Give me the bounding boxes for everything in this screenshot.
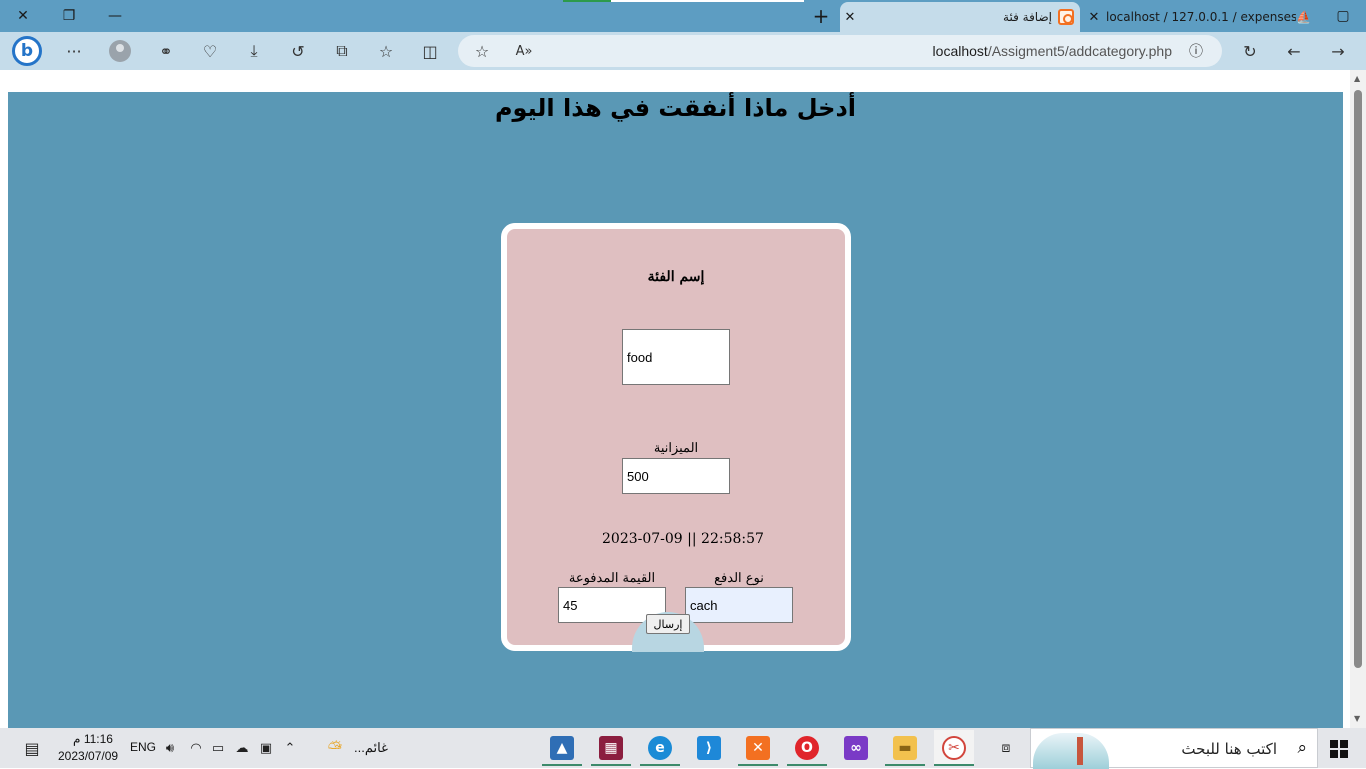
bing-icon[interactable]: b <box>12 36 42 66</box>
weather-text[interactable]: غائم... <box>354 740 388 756</box>
windows-start-icon[interactable] <box>1330 740 1348 758</box>
tab-close-icon[interactable]: ✕ <box>840 10 860 25</box>
vertical-scrollbar[interactable]: ▲ ▼ <box>1350 70 1366 728</box>
payment-type-label: نوع الدفع <box>714 571 764 586</box>
window-restore-icon[interactable]: ❐ <box>46 0 92 32</box>
favorites-icon[interactable]: ☆ <box>374 39 398 63</box>
show-hidden-icons-chevron-icon[interactable]: ⌃ <box>282 740 298 756</box>
new-tab-plus-icon[interactable]: + <box>798 0 844 32</box>
current-datetime: 2023-07-09 || 22:58:57 <box>602 531 764 547</box>
back-arrow-icon[interactable]: ← <box>1282 39 1306 63</box>
scroll-down-icon[interactable]: ▼ <box>1354 714 1360 723</box>
url-host: localhost <box>932 43 988 59</box>
split-screen-icon[interactable]: ◫ <box>418 39 442 63</box>
site-info-icon[interactable]: ⓘ <box>1184 39 1208 63</box>
clock-time[interactable]: 11:16 م <box>68 732 118 746</box>
downloads-icon[interactable]: ⤓ <box>242 39 266 63</box>
address-url[interactable]: localhost/Assigment5/addcategory.php <box>933 43 1172 59</box>
address-bar[interactable]: ☆ A» localhost/Assigment5/addcategory.ph… <box>458 35 1222 67</box>
category-name-input[interactable]: food <box>622 329 730 385</box>
scroll-up-icon[interactable]: ▲ <box>1354 74 1360 83</box>
tab-phpmyadmin[interactable]: ✕ localhost / 127.0.0.1 / expenses t ⛵ <box>1084 2 1314 32</box>
page-top-margin <box>0 70 1350 92</box>
page-title: أدخل ماذا أنفقت في هذا اليوم <box>494 94 857 122</box>
task-view-icon[interactable]: ⧈ <box>986 730 1026 766</box>
taskbar-snipping-tool-app[interactable]: ✂ <box>934 730 974 766</box>
window-close-icon[interactable]: ✕ <box>0 0 46 32</box>
onedrive-cloud-icon[interactable]: ☁ <box>234 740 250 756</box>
extensions-icon[interactable]: ⚭ <box>154 39 178 63</box>
budget-label: الميزانية <box>653 441 699 456</box>
refresh-icon[interactable]: ↻ <box>1238 39 1262 63</box>
forward-arrow-icon[interactable]: → <box>1326 39 1350 63</box>
tab-close-icon[interactable]: ✕ <box>1084 10 1104 25</box>
taskbar-search-box[interactable]: اكتب هنا للبحث ⌕ <box>1030 728 1318 769</box>
volume-icon[interactable]: 🔊︎ <box>162 740 178 756</box>
meet-now-icon[interactable]: ▣ <box>258 740 274 756</box>
taskbar-visual-studio-app[interactable]: ∞ <box>836 730 876 766</box>
search-placeholder: اكتب هنا للبحث <box>1181 740 1277 758</box>
phpmyadmin-favicon-icon: ⛵ <box>1296 10 1311 24</box>
taskbar-photos-app[interactable]: ▲ <box>542 730 582 766</box>
paid-amount-label: القيمة المدفوعة <box>568 571 656 586</box>
clock-date[interactable]: 2023/07/09 <box>58 749 118 763</box>
add-favorite-star-icon[interactable]: ☆ <box>470 39 494 63</box>
weather-cloudy-icon[interactable]: ⛅︎ <box>322 738 348 759</box>
search-highlight-illustration-icon <box>1033 733 1109 769</box>
url-path: /Assigment5/addcategory.php <box>987 43 1172 59</box>
language-indicator[interactable]: ENG <box>130 740 156 754</box>
battery-icon[interactable]: ▭ <box>210 740 226 756</box>
expense-form-card: إسم الفئة food الميزانية 500 2023-07-09 … <box>501 223 851 651</box>
wifi-icon[interactable]: ◠ <box>188 740 204 756</box>
category-name-label: إسم الفئة <box>647 269 705 285</box>
collections-icon[interactable]: ⧉ <box>330 39 354 63</box>
browser-tab-strip: ✕ ❐ — + ✕ إضافة فئة ✕ localhost / 127.0.… <box>0 0 1366 32</box>
tab-title: localhost / 127.0.0.1 / expenses t <box>1106 10 1296 24</box>
xampp-favicon-icon <box>1058 9 1074 25</box>
taskbar-edge-app[interactable]: e <box>640 730 680 766</box>
windows-taskbar: ▤ 11:16 م 2023/07/09 ENG 🔊︎ ◠ ▭ ☁ ▣ ⌃ ⛅︎… <box>0 728 1366 769</box>
taskbar-opera-app[interactable]: O <box>787 730 827 766</box>
browser-toolbar: b ··· ⚭ ♡ ⤓ ↺ ⧉ ☆ ◫ ☆ A» localhost/Assig… <box>0 32 1366 70</box>
tab-title: إضافة فئة <box>1003 10 1052 24</box>
tab-add-category[interactable]: ✕ إضافة فئة <box>840 2 1080 32</box>
taskbar-vscode-app[interactable]: ⟩ <box>689 730 729 766</box>
read-aloud-icon[interactable]: A» <box>512 39 536 63</box>
search-icon: ⌕ <box>1297 738 1307 758</box>
browser-essentials-icon[interactable]: ♡ <box>198 39 222 63</box>
taskbar-file-explorer-app[interactable]: ▬ <box>885 730 925 766</box>
payment-type-input[interactable]: cach <box>685 587 793 623</box>
more-menu-icon[interactable]: ··· <box>62 39 86 63</box>
notifications-icon[interactable]: ▤ <box>24 739 40 758</box>
submit-button[interactable]: إرسال <box>646 614 690 634</box>
tab-actions-icon[interactable]: ▢ <box>1320 0 1366 32</box>
tab-loading-indicator <box>563 0 804 2</box>
profile-icon[interactable] <box>108 39 132 63</box>
budget-input[interactable]: 500 <box>622 458 730 494</box>
scrollbar-thumb[interactable] <box>1354 90 1362 668</box>
taskbar-winrar-app[interactable]: ▦ <box>591 730 631 766</box>
history-icon[interactable]: ↺ <box>286 39 310 63</box>
window-minimize-icon[interactable]: — <box>92 0 138 32</box>
taskbar-xampp-app[interactable]: ✕ <box>738 730 778 766</box>
